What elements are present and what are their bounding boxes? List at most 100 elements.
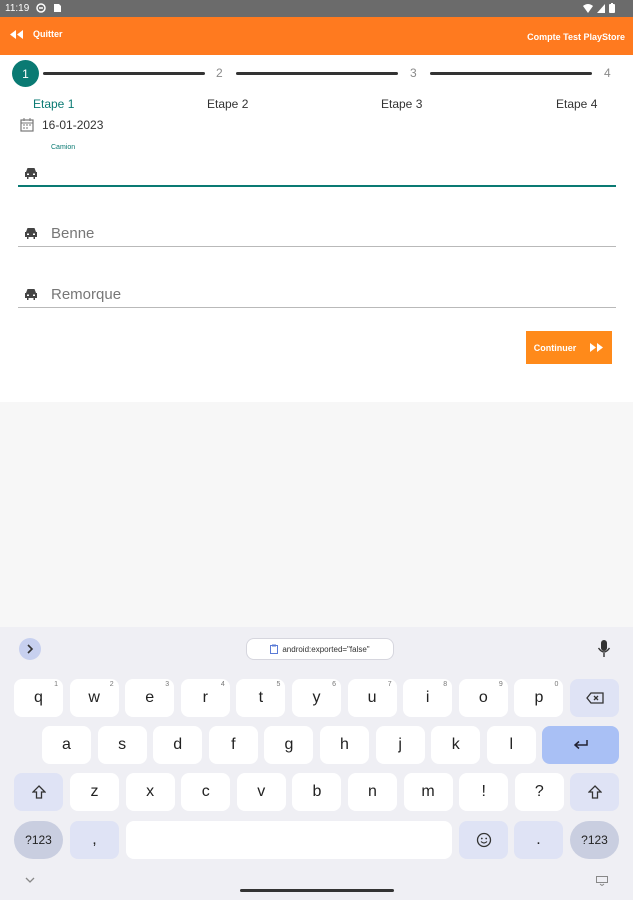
quit-label: Quitter — [33, 29, 63, 39]
continue-label: Continuer — [533, 342, 577, 353]
key-number-hint: 1 — [54, 681, 58, 688]
continue-button[interactable]: Continuer — [526, 331, 612, 364]
calendar-icon — [20, 118, 34, 132]
key-m[interactable]: m — [403, 773, 453, 811]
key-char: i — [425, 689, 430, 706]
remorque-underline — [18, 307, 616, 308]
key-char: c — [201, 783, 210, 800]
step-connector — [236, 72, 398, 75]
key-char: m — [421, 783, 435, 800]
key-char: g — [284, 736, 294, 753]
key-char: n — [368, 783, 377, 800]
backspace-key[interactable] — [570, 679, 619, 717]
shift-key-left[interactable] — [14, 773, 63, 811]
remorque-label: Remorque — [51, 286, 122, 303]
double-chevron-left-icon — [10, 29, 23, 39]
key-b[interactable]: b — [292, 773, 342, 811]
benne-field[interactable]: Benne — [18, 207, 616, 247]
key-d[interactable]: d — [153, 726, 203, 764]
step-4-number[interactable]: 4 — [604, 66, 611, 80]
shift-key-right[interactable] — [570, 773, 619, 811]
date-row[interactable]: 16-01-2023 — [20, 118, 103, 132]
keyboard-expand-button[interactable] — [19, 638, 41, 660]
stepper: 1 2 3 4 Etape 1 Etape 2 Etape 3 Etape 4 — [0, 55, 633, 115]
comma-key[interactable]: , — [70, 821, 119, 859]
chevron-right-icon — [27, 644, 34, 654]
home-gesture-handle[interactable] — [240, 889, 394, 892]
status-sync-icon — [36, 3, 46, 13]
status-bar: 11:19 — [0, 0, 633, 17]
key-question[interactable]: ? — [514, 773, 564, 811]
key-char: l — [509, 736, 514, 753]
key-e[interactable]: e3 — [125, 679, 175, 717]
key-q[interactable]: q1 — [14, 679, 63, 717]
key-char: q — [34, 689, 43, 706]
car-icon — [25, 168, 37, 179]
car-icon — [25, 289, 37, 300]
key-exclamation[interactable]: ! — [459, 773, 509, 811]
key-p[interactable]: p0 — [514, 679, 564, 717]
camion-field[interactable]: Camion — [18, 144, 616, 187]
account-name: Compte Test PlayStore — [527, 32, 625, 42]
key-h[interactable]: h — [320, 726, 369, 764]
key-c[interactable]: c — [181, 773, 231, 811]
period-key[interactable]: . — [514, 821, 563, 859]
key-f[interactable]: f — [208, 726, 258, 764]
key-j[interactable]: j — [375, 726, 425, 764]
symbols-key-right[interactable]: ?123 — [570, 821, 619, 859]
key-char: b — [312, 783, 322, 800]
step-2-label: Etape 2 — [207, 97, 249, 111]
symbols-key-left[interactable]: ?123 — [14, 821, 63, 859]
key-g[interactable]: g — [264, 726, 314, 764]
key-char: o — [478, 689, 488, 706]
quit-button[interactable]: Quitter — [10, 29, 63, 39]
key-number-hint: 3 — [165, 681, 170, 688]
key-number-hint: 5 — [276, 681, 281, 688]
key-char: e — [145, 689, 155, 706]
soft-keyboard: android:exported="false" ?123 , . ?123 q… — [0, 627, 633, 900]
key-n[interactable]: n — [348, 773, 397, 811]
shift-icon — [587, 785, 602, 799]
signal-icon — [597, 3, 605, 13]
space-key[interactable] — [126, 821, 452, 859]
key-k[interactable]: k — [431, 726, 481, 764]
key-r[interactable]: r4 — [180, 679, 230, 717]
key-v[interactable]: v — [236, 773, 286, 811]
key-y[interactable]: y6 — [292, 679, 341, 717]
key-x[interactable]: x — [125, 773, 175, 811]
key-t[interactable]: t5 — [236, 679, 286, 717]
nav-back-chevron-icon[interactable] — [25, 876, 35, 884]
emoji-key[interactable] — [459, 821, 508, 859]
key-o[interactable]: o9 — [458, 679, 508, 717]
key-a[interactable]: a — [42, 726, 91, 764]
backspace-icon — [585, 692, 604, 704]
mic-icon[interactable] — [597, 640, 611, 658]
step-2-number[interactable]: 2 — [216, 66, 223, 80]
status-time: 11:19 — [5, 3, 30, 14]
key-number-hint: 0 — [554, 681, 559, 688]
step-1-indicator[interactable]: 1 — [12, 60, 39, 87]
key-char: j — [398, 736, 402, 753]
keyboard-switch-icon[interactable] — [596, 876, 608, 886]
key-u[interactable]: u7 — [347, 679, 397, 717]
wifi-icon — [583, 3, 593, 13]
key-char: r — [202, 689, 208, 706]
benne-underline — [18, 246, 616, 247]
key-char: d — [173, 736, 183, 753]
key-w[interactable]: w2 — [69, 679, 119, 717]
clipboard-chip-text: android:exported="false" — [282, 644, 370, 654]
key-i[interactable]: i8 — [403, 679, 453, 717]
step-3-number[interactable]: 3 — [410, 66, 417, 80]
key-char: v — [257, 783, 266, 800]
key-l[interactable]: l — [486, 726, 536, 764]
key-number-hint: 4 — [220, 681, 225, 688]
key-char: k — [451, 736, 460, 753]
enter-key[interactable] — [542, 726, 619, 764]
remorque-field[interactable]: Remorque — [18, 268, 616, 308]
key-char: f — [231, 736, 236, 753]
benne-label: Benne — [51, 225, 95, 242]
key-z[interactable]: z — [70, 773, 119, 811]
key-s[interactable]: s — [97, 726, 147, 764]
key-char: u — [367, 689, 377, 706]
clipboard-suggestion-chip[interactable]: android:exported="false" — [246, 638, 394, 660]
